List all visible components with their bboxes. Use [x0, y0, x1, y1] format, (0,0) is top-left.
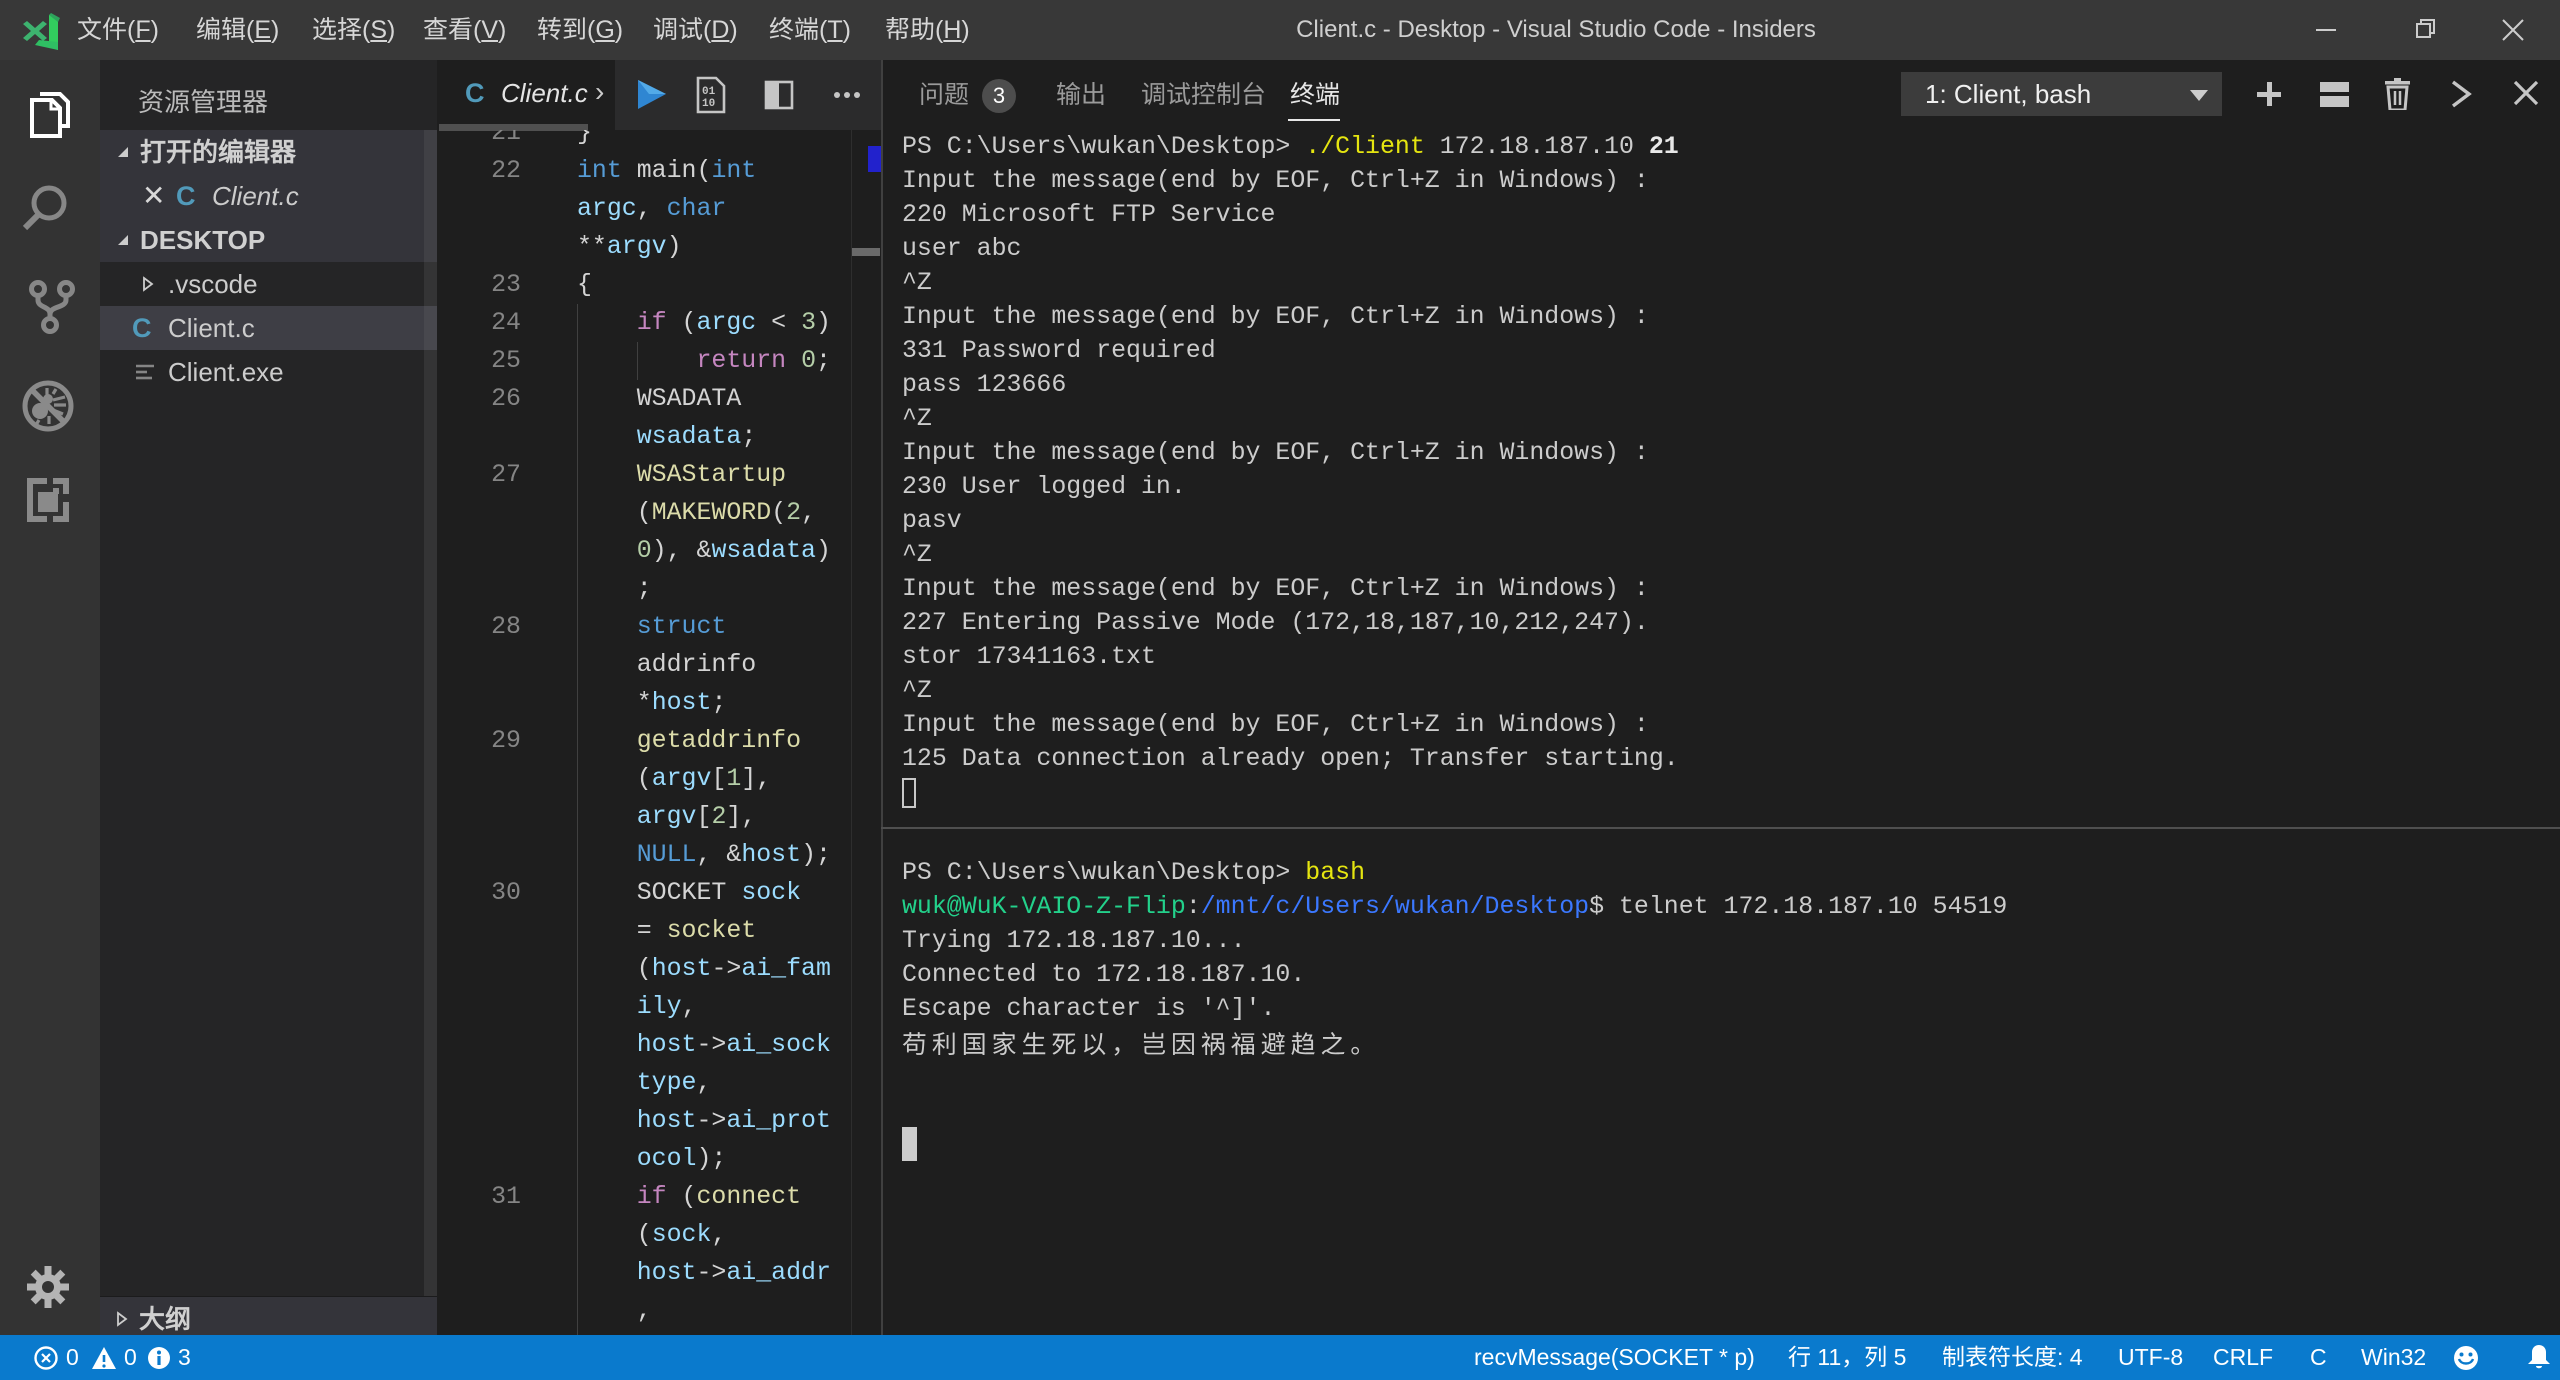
- svg-text:10: 10: [702, 98, 715, 110]
- svg-text:01: 01: [702, 86, 716, 98]
